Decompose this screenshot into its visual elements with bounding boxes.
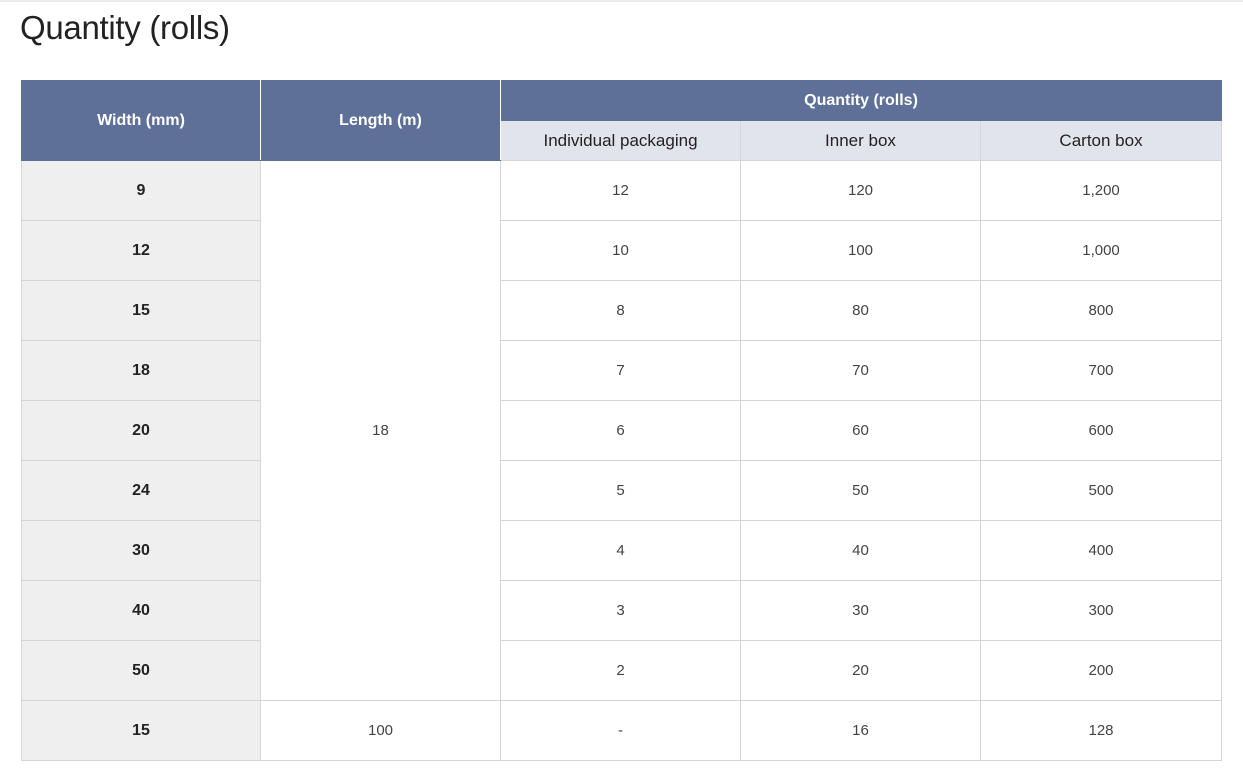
top-divider: [0, 0, 1243, 2]
individual-cell: 5: [500, 460, 741, 521]
table-header-row: Width (mm) Length (m) Quantity (rolls): [21, 80, 1223, 161]
table-row: 24 5 50 500: [21, 460, 1223, 521]
inner-cell: 40: [740, 520, 981, 581]
width-cell: 15: [21, 700, 261, 761]
width-cell: 40: [21, 580, 261, 641]
carton-cell: 1,200: [979, 160, 1223, 221]
length-cell: 100: [260, 700, 501, 761]
width-cell: 9: [21, 160, 261, 221]
inner-cell: 70: [740, 340, 981, 401]
carton-cell: 800: [979, 280, 1223, 341]
table-row: 30 4 40 400: [21, 520, 1223, 581]
carton-cell: 1,000: [979, 220, 1223, 281]
carton-cell: 400: [979, 520, 1223, 581]
table-row: 12 10 100 1,000: [21, 220, 1223, 281]
table-row: 15 100 - 16 128: [21, 700, 1223, 761]
inner-cell: 100: [740, 220, 981, 281]
header-individual-packaging: Individual packaging: [500, 120, 741, 161]
inner-cell: 50: [740, 460, 981, 521]
table-row: 40 3 30 300: [21, 580, 1223, 641]
header-inner-box: Inner box: [740, 120, 981, 161]
individual-cell: 12: [500, 160, 741, 221]
header-quantity: Quantity (rolls): [499, 80, 1223, 121]
page-title: Quantity (rolls): [20, 9, 230, 46]
width-cell: 50: [21, 640, 261, 701]
individual-cell: 2: [500, 640, 741, 701]
width-cell: 24: [21, 460, 261, 521]
inner-cell: 120: [740, 160, 981, 221]
header-width: Width (mm): [21, 80, 261, 161]
table-row: 20 6 60 600: [21, 400, 1223, 461]
width-cell: 15: [21, 280, 261, 341]
table-row: 15 8 80 800: [21, 280, 1223, 341]
length-cell: 18: [260, 160, 501, 701]
individual-cell: -: [500, 700, 741, 761]
individual-cell: 7: [500, 340, 741, 401]
carton-cell: 200: [979, 640, 1223, 701]
carton-cell: 300: [979, 580, 1223, 641]
header-carton-box: Carton box: [979, 120, 1223, 161]
individual-cell: 3: [500, 580, 741, 641]
carton-cell: 600: [979, 400, 1223, 461]
inner-cell: 30: [740, 580, 981, 641]
inner-cell: 20: [740, 640, 981, 701]
width-cell: 18: [21, 340, 261, 401]
header-length: Length (m): [260, 80, 501, 161]
width-cell: 30: [21, 520, 261, 581]
individual-cell: 6: [500, 400, 741, 461]
individual-cell: 8: [500, 280, 741, 341]
individual-cell: 10: [500, 220, 741, 281]
individual-cell: 4: [500, 520, 741, 581]
width-cell: 12: [21, 220, 261, 281]
carton-cell: 700: [979, 340, 1223, 401]
inner-cell: 16: [740, 700, 981, 761]
inner-cell: 80: [740, 280, 981, 341]
table-row: 18 7 70 700: [21, 340, 1223, 401]
width-cell: 20: [21, 400, 261, 461]
inner-cell: 60: [740, 400, 981, 461]
carton-cell: 128: [979, 700, 1223, 761]
carton-cell: 500: [979, 460, 1223, 521]
table-row: 9 18 12 120 1,200: [21, 160, 1223, 701]
table-row: 50 2 20 200: [21, 640, 1223, 701]
quantity-table: Width (mm) Length (m) Quantity (rolls) I…: [21, 80, 1223, 761]
